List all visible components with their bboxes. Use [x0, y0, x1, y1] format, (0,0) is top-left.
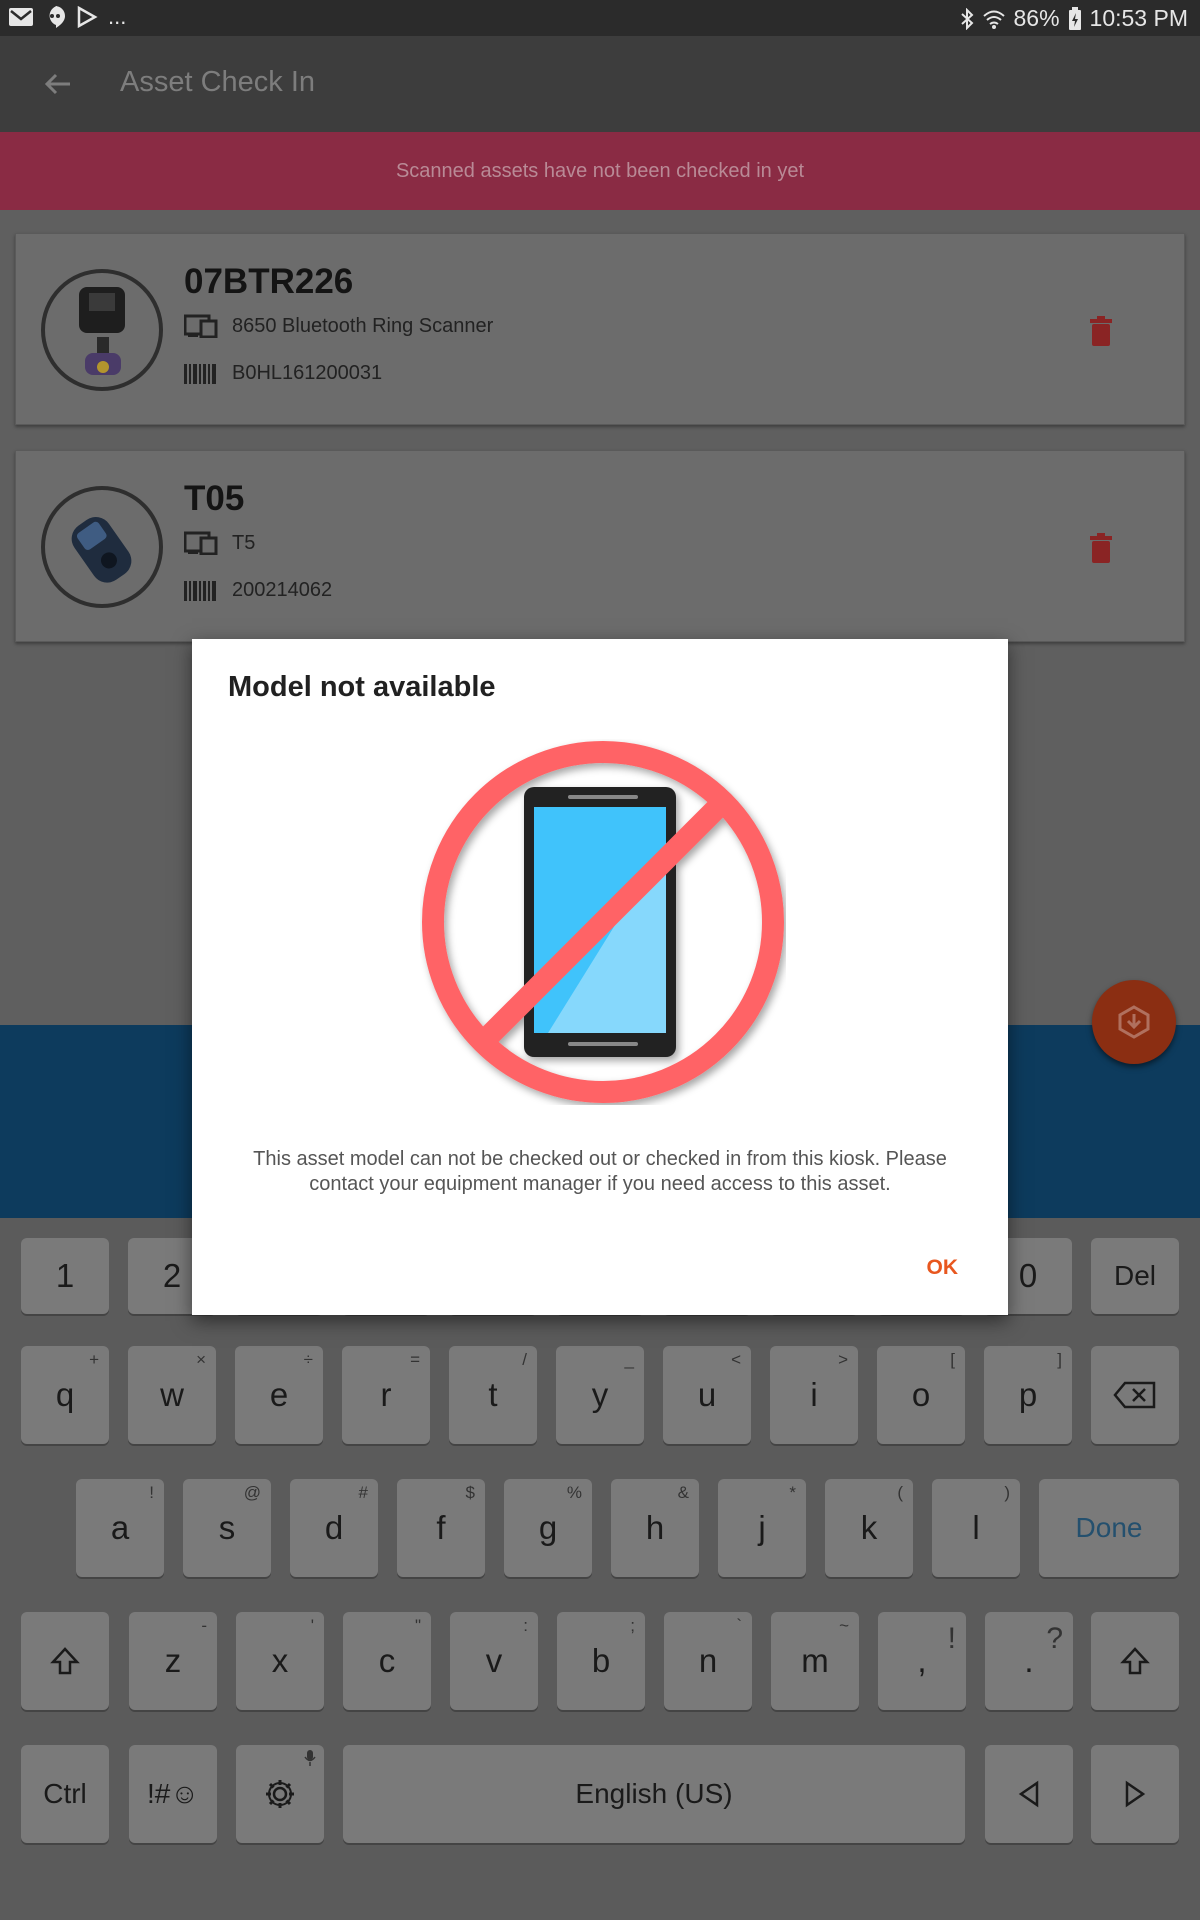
model-not-available-dialog: Model not available This asset model can… — [192, 639, 1008, 1315]
key-x[interactable]: x ' — [236, 1612, 324, 1710]
key-d[interactable]: d # — [290, 1479, 378, 1577]
asset-serial: 200214062 — [232, 579, 333, 601]
key-u[interactable]: u < — [663, 1346, 751, 1444]
key-b[interactable]: b; — [557, 1612, 645, 1710]
asset-serial-row: 200214062 — [184, 579, 332, 602]
key-del[interactable]: Del — [1091, 1238, 1179, 1314]
on-screen-keyboard: 1 2 3 4 5 6 7 8 9 0 Del q+ w× e÷ r= t/ y… — [0, 1218, 1200, 1920]
cursor-left-key[interactable] — [985, 1745, 1073, 1843]
asset-model: T5 — [232, 531, 256, 554]
symbols-key[interactable]: !#☺ — [129, 1745, 217, 1843]
key-h[interactable]: h & — [611, 1479, 699, 1577]
done-key[interactable]: Done — [1039, 1479, 1179, 1577]
t5-device-image — [71, 516, 132, 583]
backspace-icon — [1113, 1381, 1156, 1409]
key-n[interactable]: n ` — [664, 1612, 752, 1710]
asset-serial: B0HL161200031 — [232, 362, 383, 384]
barcode-icon — [184, 363, 216, 384]
barcode-icon — [184, 580, 216, 601]
key-g[interactable]: g% — [504, 1479, 592, 1577]
gmail-icon — [9, 8, 33, 26]
no-phone-icon — [422, 741, 784, 1103]
key-t[interactable]: t / — [449, 1346, 537, 1444]
more-notifications: ... — [108, 4, 127, 29]
key-e[interactable]: e ÷ — [235, 1346, 323, 1444]
key-z[interactable]: z- — [129, 1612, 217, 1710]
key-q[interactable]: q + — [21, 1346, 109, 1444]
asset-name: T05 — [184, 479, 245, 518]
shift-icon — [50, 1647, 80, 1675]
shift-icon — [1120, 1647, 1150, 1675]
asset-card[interactable]: 07BTR226 8650 Bluetooth Ring Scanner B0H… — [15, 233, 1185, 425]
check-in-fab[interactable] — [1092, 980, 1176, 1064]
key-w[interactable]: w × — [128, 1346, 216, 1444]
delete-icon[interactable] — [1088, 533, 1114, 563]
key-p[interactable]: p] — [984, 1346, 1072, 1444]
dialog-title: Model not available — [228, 671, 496, 703]
key-f[interactable]: f $ — [397, 1479, 485, 1577]
asset-model: 8650 Bluetooth Ring Scanner — [232, 314, 494, 337]
page-title: Asset Check In — [120, 66, 316, 98]
key-v[interactable]: v: — [450, 1612, 538, 1710]
delete-icon[interactable] — [1088, 316, 1114, 346]
battery-icon — [1068, 6, 1081, 30]
triangle-left-icon — [1018, 1780, 1039, 1808]
key-l[interactable]: l) — [932, 1479, 1020, 1577]
asset-thumbnail — [41, 486, 163, 608]
shift-key-left[interactable] — [21, 1612, 109, 1710]
key-i[interactable]: i > — [770, 1346, 858, 1444]
ok-button[interactable]: OK — [927, 1256, 959, 1280]
asset-model-row: T5 — [184, 531, 255, 555]
download-box-icon — [1118, 1005, 1150, 1039]
key-period[interactable]: .? — [985, 1612, 1073, 1710]
microphone-icon — [304, 1750, 316, 1766]
status-bar: ... 86% 10:53 PM — [0, 0, 1200, 36]
battery-percent: 86% — [1013, 5, 1060, 31]
backspace-key[interactable] — [1091, 1346, 1179, 1444]
status-indicators: 86% 10:53 PM — [960, 5, 1188, 32]
play-store-icon — [77, 6, 98, 28]
triangle-right-icon — [1125, 1780, 1146, 1808]
shift-key-right[interactable] — [1091, 1612, 1179, 1710]
banner-text: Scanned assets have not been checked in … — [395, 159, 805, 182]
space-bar[interactable]: English (US) — [343, 1745, 965, 1843]
warning-banner: Scanned assets have not been checked in … — [0, 132, 1200, 210]
asset-thumbnail — [41, 269, 163, 391]
key-comma[interactable]: ,! — [878, 1612, 966, 1710]
key-c[interactable]: c " — [343, 1612, 431, 1710]
hangouts-icon — [49, 6, 65, 28]
wifi-icon — [982, 10, 1005, 29]
asset-name: 07BTR226 — [184, 262, 354, 301]
ring-scanner-image — [79, 287, 125, 375]
key-o[interactable]: o[ — [877, 1346, 965, 1444]
clock: 10:53 PM — [1089, 5, 1188, 31]
cursor-right-key[interactable] — [1091, 1745, 1179, 1843]
key-y[interactable]: y _ — [556, 1346, 644, 1444]
asset-card[interactable]: T05 T5 200214062 — [15, 450, 1185, 642]
key-a[interactable]: a! — [76, 1479, 164, 1577]
ctrl-key[interactable]: Ctrl — [21, 1745, 109, 1843]
back-arrow-icon[interactable] — [40, 66, 76, 102]
key-r[interactable]: r = — [342, 1346, 430, 1444]
bluetooth-icon — [960, 7, 973, 30]
dialog-message: This asset model can not be checked out … — [253, 1148, 947, 1195]
devices-icon — [184, 531, 218, 555]
settings-key[interactable] — [236, 1745, 324, 1843]
key-s[interactable]: s @ — [183, 1479, 271, 1577]
app-bar: Asset Check In — [0, 36, 1200, 132]
key-k[interactable]: k( — [825, 1479, 913, 1577]
key-m[interactable]: m ~ — [771, 1612, 859, 1710]
asset-serial-row: B0HL161200031 — [184, 362, 382, 385]
key-j[interactable]: j * — [718, 1479, 806, 1577]
asset-model-row: 8650 Bluetooth Ring Scanner — [184, 314, 493, 338]
gear-icon — [266, 1780, 294, 1808]
notification-icons: ... — [8, 4, 126, 30]
key-1[interactable]: 1 — [21, 1238, 109, 1314]
devices-icon — [184, 314, 218, 338]
